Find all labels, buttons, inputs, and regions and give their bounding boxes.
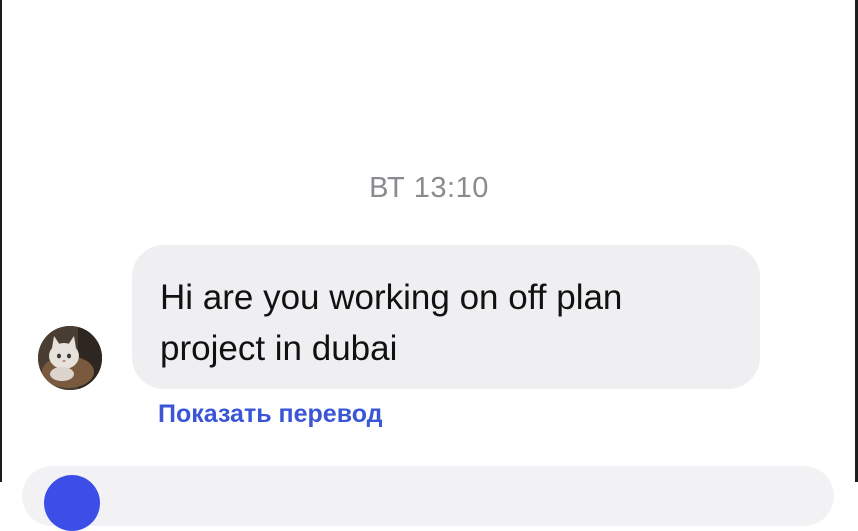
- sender-avatar[interactable]: [38, 326, 102, 390]
- message-timestamp: ВТ 13:10: [369, 172, 489, 204]
- window-border-left: [0, 0, 2, 482]
- cat-photo-icon: [38, 326, 102, 390]
- show-translation-link[interactable]: Показать перевод: [158, 400, 383, 429]
- composer-action-button[interactable]: [44, 475, 100, 531]
- message-composer-bar[interactable]: [22, 466, 834, 526]
- incoming-message-bubble[interactable]: Hi are you working on off plan project i…: [132, 245, 760, 389]
